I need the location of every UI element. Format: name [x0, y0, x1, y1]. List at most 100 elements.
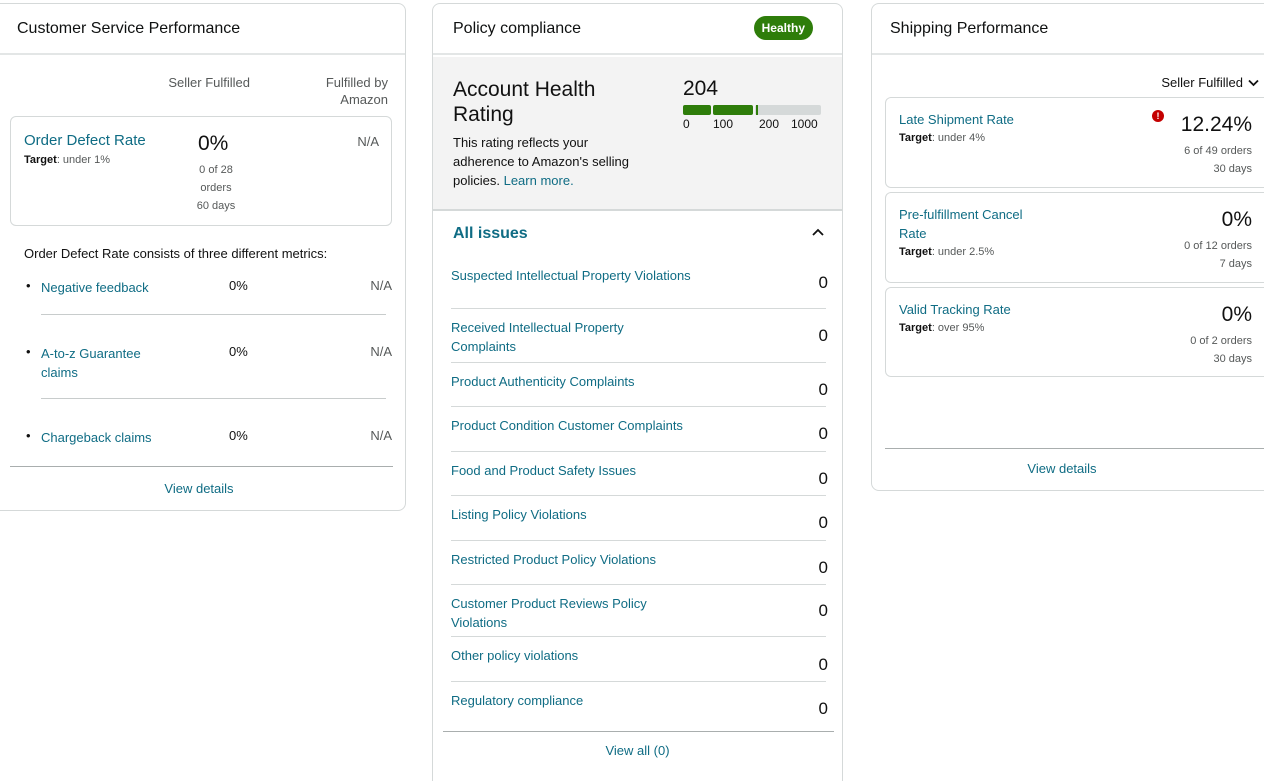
- issue-count: 0: [818, 655, 828, 674]
- learn-more-link[interactable]: Learn more.: [504, 173, 574, 188]
- gauge-marker: [756, 105, 758, 115]
- metric-fba-value: N/A: [370, 428, 392, 443]
- shipping-performance-title: Shipping Performance: [890, 19, 1049, 37]
- issue-link[interactable]: Food and Product Safety Issues: [451, 461, 691, 480]
- card-title: Shipping Performance: [872, 4, 1264, 55]
- tracking-rate-value: 0%: [1221, 303, 1252, 326]
- issue-link[interactable]: Restricted Product Policy Violations: [451, 550, 691, 569]
- metric-value: 0%: [229, 344, 248, 359]
- column-header-seller-fulfilled: Seller Fulfilled: [168, 75, 250, 90]
- divider: [10, 466, 393, 467]
- late-shipment-count: 6 of 49 orders 30 days: [1184, 145, 1252, 175]
- gauge-segment-mid: [713, 105, 753, 115]
- a-to-z-guarantee-link[interactable]: A-to-z Guarantee claims: [41, 344, 151, 382]
- pre-fulfillment-cancel-rate-box: Pre-fulfillment Cancel Rate Target: unde…: [885, 192, 1264, 283]
- issue-link[interactable]: Received Intellectual Property Complaint…: [451, 318, 691, 356]
- issue-row: Restricted Product Policy Violations 0: [451, 541, 828, 585]
- cancel-rate-value: 0%: [1221, 208, 1252, 231]
- odr-seller-count: 0 of 28 orders 60 days: [196, 164, 236, 212]
- policy-compliance-card: Policy compliance Healthy Account Health…: [432, 3, 843, 781]
- customer-service-card: Customer Service Performance Seller Fulf…: [0, 3, 406, 511]
- gauge-label-1000: 1000: [791, 117, 818, 131]
- metric-fba-value: N/A: [370, 278, 392, 293]
- cancel-rate-target: Target: under 2.5%: [899, 246, 995, 258]
- pre-fulfillment-cancel-rate-link[interactable]: Pre-fulfillment Cancel Rate: [899, 205, 1049, 243]
- chargeback-claims-link[interactable]: Chargeback claims: [41, 428, 171, 447]
- issue-row: Other policy violations 0: [451, 637, 828, 682]
- gauge-label-0: 0: [683, 117, 690, 131]
- health-status-badge: Healthy: [753, 16, 813, 40]
- negative-feedback-link[interactable]: Negative feedback: [41, 278, 171, 297]
- metric-value: 0%: [229, 278, 248, 293]
- odr-target: Target: under 1%: [24, 154, 111, 166]
- issue-row: Listing Policy Violations 0: [451, 496, 828, 541]
- shipping-performance-card: Shipping Performance Seller Fulfilled La…: [871, 3, 1264, 491]
- late-shipment-rate-link[interactable]: Late Shipment Rate: [899, 110, 1059, 129]
- issue-link[interactable]: Listing Policy Violations: [451, 505, 691, 524]
- shipping-view-details-link[interactable]: View details: [872, 461, 1252, 476]
- issue-count: 0: [818, 469, 828, 488]
- metric-fba-value: N/A: [370, 344, 392, 359]
- gauge-segment-low: [683, 105, 711, 115]
- ahr-title: Account Health Rating: [453, 78, 596, 126]
- issue-count: 0: [818, 380, 828, 399]
- order-defect-rate-box: Order Defect Rate Target: under 1% 0% 0 …: [10, 116, 392, 226]
- tracking-rate-count: 0 of 2 orders 30 days: [1190, 335, 1252, 365]
- issue-count: 0: [818, 273, 828, 292]
- issue-count: 0: [818, 558, 828, 577]
- issue-link[interactable]: Suspected Intellectual Property Violatio…: [451, 266, 691, 285]
- valid-tracking-rate-box: Valid Tracking Rate Target: over 95% 0% …: [885, 287, 1264, 377]
- odr-fba-value: N/A: [357, 134, 379, 149]
- alert-icon: !: [1152, 110, 1164, 122]
- fulfillment-filter-value: Seller Fulfilled: [1161, 75, 1243, 90]
- chevron-up-icon[interactable]: [812, 228, 824, 236]
- issue-row: Food and Product Safety Issues 0: [451, 452, 828, 496]
- fulfillment-filter-dropdown[interactable]: Seller Fulfilled: [1161, 75, 1259, 90]
- gauge-label-100: 100: [713, 117, 734, 131]
- issue-count: 0: [818, 424, 828, 443]
- order-defect-rate-link[interactable]: Order Defect Rate: [24, 132, 146, 149]
- issue-row: Regulatory compliance 0: [451, 682, 828, 726]
- divider: [443, 731, 834, 732]
- issue-row: Received Intellectual Property Complaint…: [451, 309, 828, 363]
- gauge-label-200: 200: [759, 117, 780, 131]
- ahr-description: This rating reflects your adherence to A…: [453, 135, 629, 188]
- issue-row: Customer Product Reviews Policy Violatio…: [451, 585, 828, 637]
- policy-compliance-title: Policy compliance: [453, 19, 582, 37]
- divider: [41, 314, 386, 315]
- issue-count: 0: [818, 601, 828, 620]
- issue-row: Suspected Intellectual Property Violatio…: [451, 257, 828, 309]
- gauge-segment-high: [755, 105, 821, 115]
- divider: [885, 448, 1264, 449]
- odr-description: Order Defect Rate consists of three diff…: [24, 246, 328, 261]
- bullet: •: [26, 344, 31, 359]
- issue-count: 0: [818, 326, 828, 345]
- column-header-fulfilled-by-amazon: Fulfilled by Amazon: [325, 75, 388, 107]
- cancel-rate-count: 0 of 12 orders 7 days: [1184, 240, 1252, 270]
- metric-value: 0%: [229, 428, 248, 443]
- view-all-issues-link[interactable]: View all (0): [433, 743, 842, 758]
- bullet: •: [26, 428, 31, 443]
- issue-link[interactable]: Customer Product Reviews Policy Violatio…: [451, 594, 691, 632]
- issue-count: 0: [818, 699, 828, 718]
- late-shipment-value: 12.24%: [1180, 113, 1252, 136]
- valid-tracking-rate-link[interactable]: Valid Tracking Rate: [899, 300, 1059, 319]
- card-title: Customer Service Performance: [0, 4, 405, 55]
- tracking-rate-target: Target: over 95%: [899, 322, 985, 334]
- all-issues-heading: All issues: [453, 225, 528, 242]
- issue-link[interactable]: Regulatory compliance: [451, 691, 691, 710]
- ahr-gauge: [683, 105, 821, 115]
- cs-view-details-link[interactable]: View details: [0, 481, 405, 496]
- late-shipment-rate-box: Late Shipment Rate Target: under 4% ! 12…: [885, 97, 1264, 188]
- chevron-down-icon: [1248, 79, 1259, 86]
- divider: [41, 398, 386, 399]
- issue-link[interactable]: Product Authenticity Complaints: [451, 372, 691, 391]
- issue-row: Product Condition Customer Complaints 0: [451, 407, 828, 452]
- issue-link[interactable]: Product Condition Customer Complaints: [451, 416, 691, 435]
- issue-count: 0: [818, 513, 828, 532]
- account-health-rating-panel: Account Health Rating This rating reflec…: [433, 57, 842, 211]
- ahr-score: 204: [683, 77, 719, 100]
- bullet: •: [26, 278, 31, 293]
- card-title: Policy compliance Healthy: [433, 4, 842, 55]
- issue-link[interactable]: Other policy violations: [451, 646, 691, 665]
